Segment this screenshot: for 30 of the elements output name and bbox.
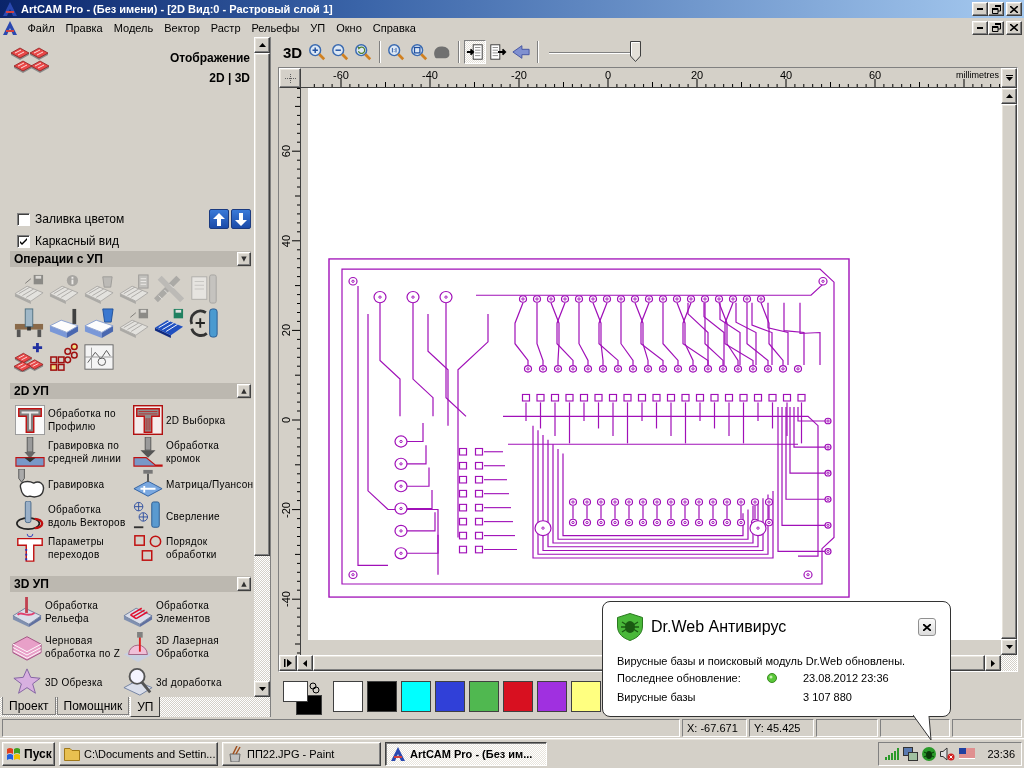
status-cell: Y: 45.425 bbox=[749, 719, 814, 737]
window-title: ArtCAM Pro - (Без имени) - [2D Вид:0 - Растровый слой 1] bbox=[21, 3, 333, 15]
info-label: Последнее обновление: bbox=[617, 671, 742, 684]
checkbox-label: Каркасный вид bbox=[35, 234, 119, 248]
section-title: 2D УП bbox=[13, 384, 49, 398]
unit-label: millimetres bbox=[956, 70, 999, 80]
status-cell: X: -67.671 bbox=[682, 719, 747, 737]
section-title: 3D УП bbox=[13, 577, 49, 591]
panel-title: Отображение bbox=[169, 50, 250, 66]
notification-message: Вирусные базы и поисковый модуль Dr.Web обновлены. bbox=[617, 654, 907, 668]
ruler-label: 60 bbox=[280, 145, 292, 158]
ruler-label: 0 bbox=[604, 69, 612, 81]
ruler-label: 60 bbox=[868, 69, 882, 81]
section-title: Операции с УП bbox=[13, 252, 103, 266]
ruler-label: 40 bbox=[280, 234, 292, 247]
ruler-label: -20 bbox=[511, 69, 527, 81]
checkbox-label: Заливка цветом bbox=[35, 212, 125, 226]
info-value: 3 107 880 bbox=[803, 690, 852, 703]
ruler-label: -20 bbox=[280, 501, 292, 518]
ruler-label: -40 bbox=[280, 591, 292, 608]
ruler-label: 40 bbox=[779, 69, 793, 81]
ruler-label: -60 bbox=[333, 69, 349, 81]
ruler-label: 0 bbox=[280, 416, 292, 424]
ruler-label: 20 bbox=[280, 324, 292, 337]
clock: 23:36 bbox=[987, 747, 1015, 760]
info-value: 23.08.2012 23:36 bbox=[803, 671, 889, 684]
ruler-label: -40 bbox=[422, 69, 438, 81]
notification-title: Dr.Web Антивирус bbox=[651, 618, 787, 636]
info-label: Вирусные базы bbox=[617, 690, 697, 703]
ruler-label: 20 bbox=[690, 69, 704, 81]
